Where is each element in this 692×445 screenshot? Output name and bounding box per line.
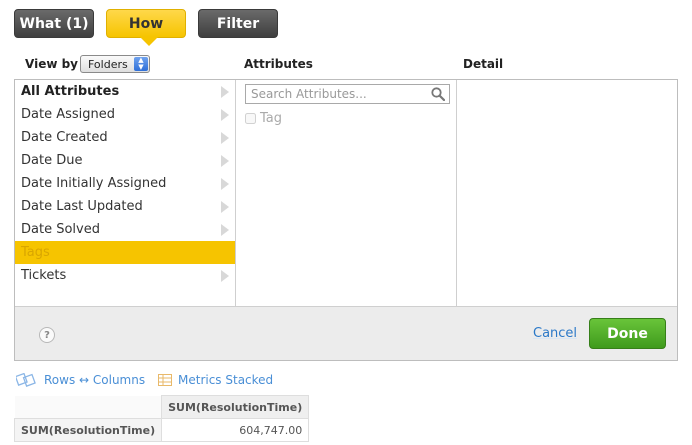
folder-item[interactable]: Date Due [15,149,235,172]
search-attributes-input[interactable] [246,87,426,101]
folder-item-label: Date Due [21,153,83,168]
expand-arrow-icon [221,224,229,236]
folder-item[interactable]: Tickets [15,264,235,287]
metrics-stacked-button[interactable]: Metrics Stacked [158,373,273,387]
attribute-option-tag[interactable]: Tag [245,111,282,126]
expand-arrow-icon [221,86,229,98]
row-header: SUM(ResolutionTime) [13,418,163,442]
stacked-table-icon [158,374,172,386]
attributes-heading: Attributes [244,57,313,71]
cancel-link[interactable]: Cancel [533,326,577,341]
folder-item[interactable]: Date Initially Assigned [15,172,235,195]
folder-item[interactable]: All Attributes [15,80,235,103]
expand-arrow-icon [221,109,229,121]
folder-item[interactable]: Date Solved [15,218,235,241]
folder-item-label: Tags [21,245,50,260]
view-by-select[interactable]: Folders ▲ ▼ [80,55,150,73]
folder-item-label: Date Created [21,130,108,145]
tag-checkbox[interactable] [245,113,256,124]
view-by-label: View by [25,57,79,71]
expand-arrow-icon [221,270,229,282]
folder-item-selected[interactable]: Tags [15,241,235,264]
attributes-column: Tag [236,80,457,306]
folder-item-label: Tickets [21,268,67,283]
tab-what[interactable]: What (1) [14,9,94,38]
swap-label: Rows ↔ Columns [44,373,146,387]
swap-icon [16,373,36,387]
tab-filter[interactable]: Filter [198,9,278,38]
result-value: 604,747.00 [161,418,310,442]
select-arrows-icon: ▲ ▼ [134,57,148,71]
corner-cell [13,395,163,419]
swap-rows-columns-button[interactable]: Rows ↔ Columns [16,373,145,387]
folder-item-label: Date Solved [21,222,100,237]
expand-arrow-icon [221,155,229,167]
result-preview-table: SUM(ResolutionTime) SUM(ResolutionTime) … [13,395,310,442]
folder-item-label: Date Assigned [21,107,115,122]
tab-filter-label: Filter [216,15,260,32]
detail-column [457,80,677,306]
folder-item[interactable]: Date Last Updated [15,195,235,218]
column-header: SUM(ResolutionTime) [161,395,310,419]
expand-arrow-icon [221,132,229,144]
folder-item[interactable]: Date Assigned [15,103,235,126]
tab-how-label: How [128,15,164,32]
tag-label: Tag [260,111,283,126]
search-box [245,84,450,104]
folder-list: All Attributes Date Assigned Date Create… [15,80,236,306]
search-icon[interactable] [431,87,445,101]
folder-item-label: Date Initially Assigned [21,176,167,191]
folder-item[interactable]: Date Created [15,126,235,149]
folder-item-label: All Attributes [21,84,120,99]
detail-heading: Detail [463,57,504,71]
help-icon[interactable]: ? [39,327,55,343]
done-button[interactable]: Done [589,318,666,349]
folder-item-label: Date Last Updated [21,199,143,214]
done-label: Done [607,325,648,342]
panel-footer: ? Cancel Done [15,306,677,360]
tab-what-label: What (1) [19,15,89,32]
help-glyph: ? [44,329,50,341]
view-by-value: Folders [88,57,128,71]
metrics-stacked-label: Metrics Stacked [178,373,274,387]
tab-how[interactable]: How [106,9,186,46]
expand-arrow-icon [221,178,229,190]
attribute-picker-panel: All Attributes Date Assigned Date Create… [14,79,678,361]
expand-arrow-icon [221,201,229,213]
